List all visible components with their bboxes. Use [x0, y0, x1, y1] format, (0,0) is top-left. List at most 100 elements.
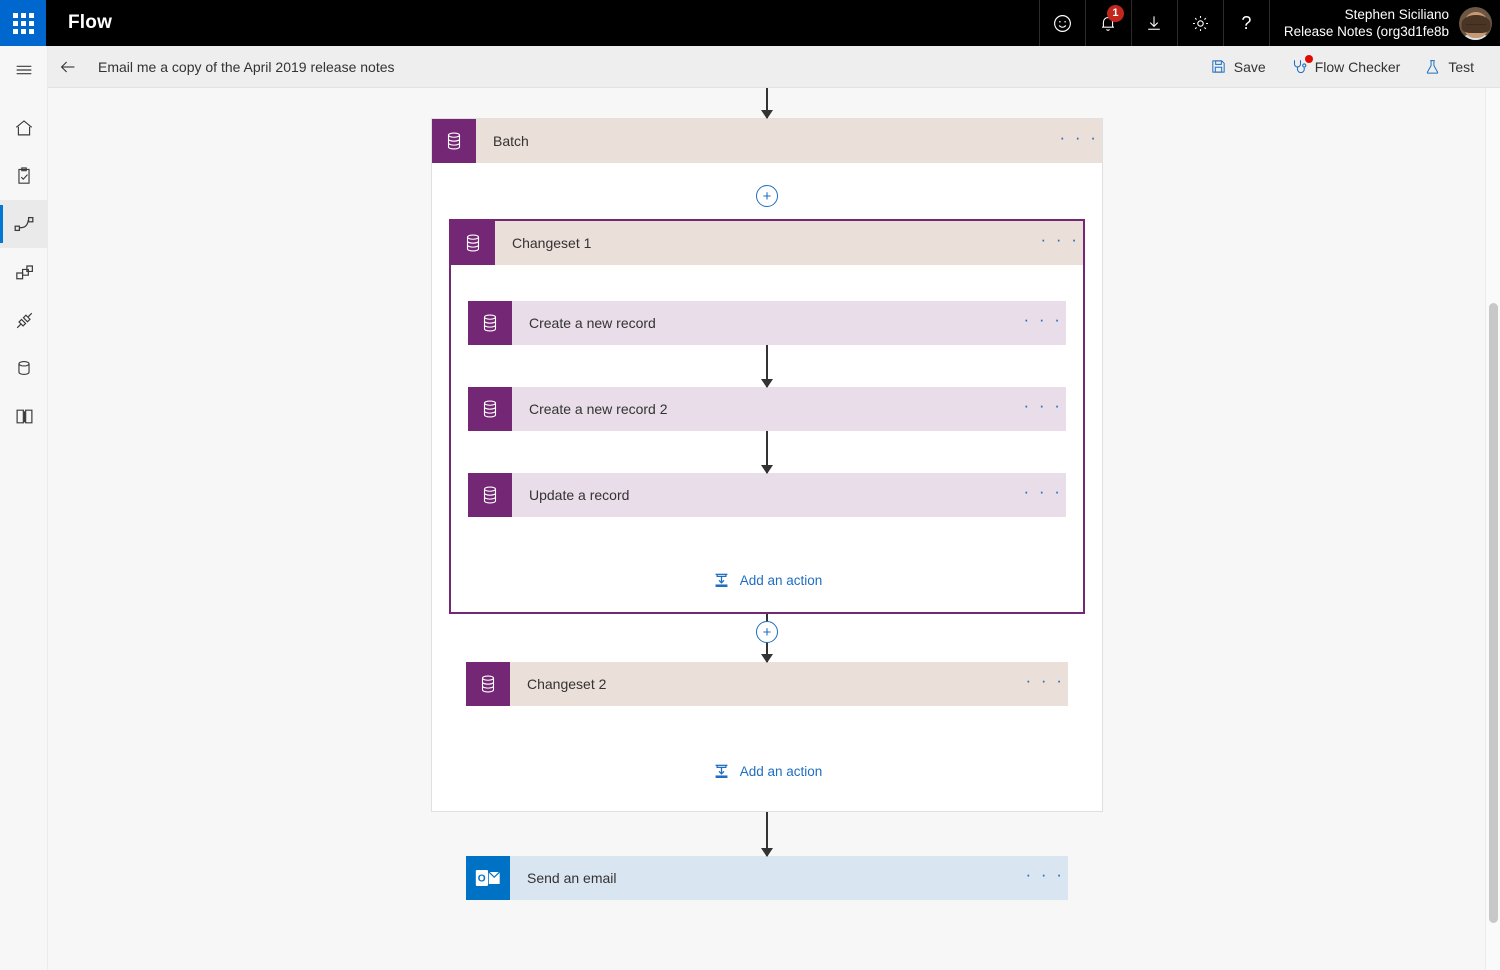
cds-database-icon [451, 221, 495, 265]
cds-database-icon [468, 473, 512, 517]
user-profile-button[interactable]: Stephen Siciliano Release Notes (org3d1f… [1269, 0, 1500, 46]
batch-title: Batch [476, 119, 1056, 163]
changeset-1-body: Create a new record · · · [451, 265, 1083, 612]
action-create-a-new-record-2[interactable]: Create a new record 2 · · · [468, 387, 1066, 431]
add-step-button-between-changesets[interactable]: + [756, 621, 778, 643]
templates-layers-icon [13, 261, 36, 284]
email-step-overflow-menu[interactable]: · · · [1022, 856, 1068, 900]
command-bar: Email me a copy of the April 2019 releas… [0, 46, 1500, 88]
cds-database-icon [432, 119, 476, 163]
download-button[interactable] [1131, 0, 1177, 46]
connector-action-2-to-3 [766, 431, 768, 473]
changeset-2-overflow-menu[interactable]: · · · [1022, 662, 1068, 706]
flow-checker-label: Flow Checker [1315, 59, 1401, 75]
user-info: Stephen Siciliano Release Notes (org3d1f… [1284, 6, 1459, 40]
changeset-2-title: Changeset 2 [510, 662, 1022, 706]
action-overflow-menu[interactable]: · · · [1020, 473, 1066, 517]
canvas-scrollbar-track[interactable] [1485, 88, 1500, 970]
feedback-smiley-button[interactable] [1039, 0, 1085, 46]
clipboard-check-icon [13, 165, 35, 187]
back-button[interactable] [48, 47, 88, 87]
connector-batch-to-email [766, 812, 768, 856]
sidebar-item-home[interactable] [0, 104, 48, 152]
settings-button[interactable] [1177, 0, 1223, 46]
changeset-1-scope-card: Changeset 1 · · · [449, 219, 1085, 614]
save-button[interactable]: Save [1198, 52, 1278, 81]
cds-database-icon [468, 301, 512, 345]
sidebar-item-templates[interactable] [0, 248, 48, 296]
header-icon-group: 1 ? Stephen Siciliano Release Notes (org… [1039, 0, 1500, 46]
avatar[interactable] [1459, 7, 1492, 40]
cds-database-icon [468, 387, 512, 431]
flow-sequence: Batch · · · + [431, 88, 1103, 900]
header-spacer [112, 0, 1039, 46]
command-bar-actions: Save Flow Checker Test [1198, 52, 1500, 82]
flow-designer-canvas: Batch · · · + [48, 88, 1500, 970]
test-button[interactable]: Test [1412, 52, 1486, 82]
action-overflow-menu[interactable]: · · · [1020, 301, 1066, 345]
batch-header[interactable]: Batch · · · [432, 119, 1102, 163]
connector-into-batch [766, 88, 768, 118]
insert-step-icon [712, 571, 731, 590]
changeset-2-header[interactable]: Changeset 2 · · · [466, 662, 1068, 706]
connector-action-1-to-2 [766, 345, 768, 387]
add-an-action-button-changeset-1[interactable]: Add an action [468, 571, 1066, 590]
help-button[interactable]: ? [1223, 0, 1269, 46]
insert-step-icon [712, 762, 731, 781]
flow-checker-button[interactable]: Flow Checker [1278, 52, 1413, 82]
svg-text:O: O [478, 873, 486, 884]
notification-count-badge: 1 [1107, 5, 1124, 22]
outlook-icon: O [466, 856, 510, 900]
back-arrow-icon [57, 56, 79, 78]
user-name: Stephen Siciliano [1284, 6, 1449, 23]
left-navigation-rail [0, 46, 48, 970]
cds-database-icon [466, 662, 510, 706]
add-step-button-top[interactable]: + [756, 185, 778, 207]
command-bar-left: Email me a copy of the April 2019 releas… [0, 47, 395, 87]
flow-name-label: Email me a copy of the April 2019 releas… [88, 59, 395, 75]
help-icon: ? [1241, 14, 1251, 32]
save-label: Save [1234, 59, 1266, 75]
sidebar-item-menu[interactable] [0, 46, 48, 94]
save-floppy-icon [1210, 58, 1227, 75]
test-label: Test [1448, 59, 1474, 75]
action-title: Update a record [512, 473, 1020, 517]
add-an-action-button-batch[interactable]: Add an action [449, 762, 1085, 781]
home-icon [13, 117, 35, 139]
download-icon [1144, 13, 1164, 33]
flow-path-icon [12, 212, 36, 236]
batch-scope-card: Batch · · · + [431, 118, 1103, 812]
action-update-a-record[interactable]: Update a record · · · [468, 473, 1066, 517]
flow-checker-alert-dot [1305, 55, 1313, 63]
feedback-smiley-icon [1052, 13, 1073, 34]
canvas-scrollbar-thumb[interactable] [1489, 303, 1498, 923]
action-title: Create a new record [512, 301, 1020, 345]
app-launcher-waffle-icon [13, 13, 34, 34]
changeset-1-overflow-menu[interactable]: · · · [1037, 221, 1083, 265]
open-book-icon [13, 405, 36, 428]
sidebar-item-approvals[interactable] [0, 152, 48, 200]
changeset-1-header[interactable]: Changeset 1 · · · [451, 221, 1083, 265]
flask-icon [1424, 58, 1441, 76]
batch-body: + Changeset 1 [432, 163, 1102, 811]
action-create-a-new-record[interactable]: Create a new record · · · [468, 301, 1066, 345]
app-launcher-button[interactable] [0, 0, 46, 46]
sidebar-item-data[interactable] [0, 344, 48, 392]
email-step-title: Send an email [510, 856, 1022, 900]
top-header-bar: Flow 1 [0, 0, 1500, 46]
user-environment: Release Notes (org3d1fe8b [1284, 23, 1449, 40]
sidebar-item-my-flows[interactable] [0, 200, 48, 248]
action-overflow-menu[interactable]: · · · [1020, 387, 1066, 431]
sidebar-item-learn[interactable] [0, 392, 48, 440]
notifications-button[interactable]: 1 [1085, 0, 1131, 46]
database-cylinder-icon [13, 357, 35, 379]
connector-changeset-1-to-2: + [449, 614, 1085, 662]
action-send-an-email[interactable]: O Send an email · · · [466, 856, 1068, 900]
batch-overflow-menu[interactable]: · · · [1056, 119, 1102, 163]
action-title: Create a new record 2 [512, 387, 1020, 431]
add-an-action-label: Add an action [740, 764, 823, 779]
hamburger-menu-icon [13, 59, 35, 81]
sidebar-item-connectors[interactable] [0, 296, 48, 344]
settings-gear-icon [1190, 13, 1211, 34]
changeset-1-title: Changeset 1 [495, 221, 1037, 265]
